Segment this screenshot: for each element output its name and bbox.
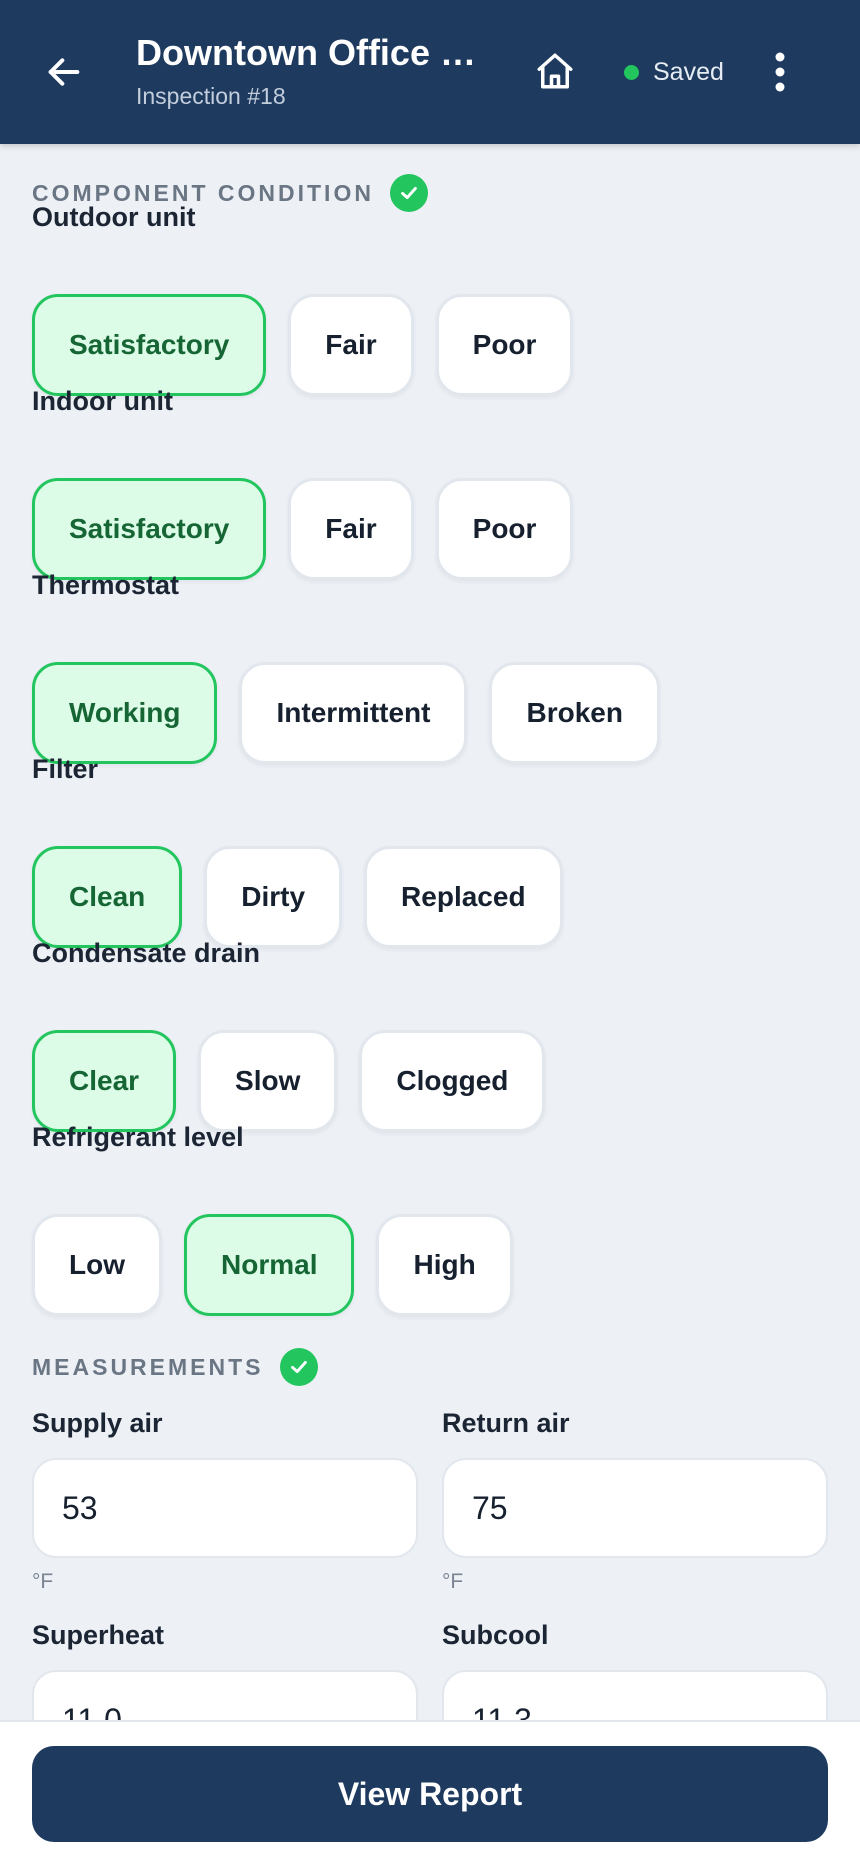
app-header: Downtown Office Building Inspection #18 …: [0, 0, 860, 144]
option-refrigerant-low[interactable]: Low: [32, 1214, 162, 1316]
field-label-subcool: Subcool: [442, 1620, 549, 1650]
option-indoor-fair[interactable]: Fair: [288, 478, 414, 580]
option-outdoor-fair[interactable]: Fair: [288, 294, 414, 396]
more-vertical-icon: [775, 52, 785, 92]
option-group-outdoor-unit: Satisfactory Fair Poor: [32, 294, 595, 396]
option-drain-clogged[interactable]: Clogged: [359, 1030, 546, 1132]
section-header-measurements: MEASUREMENTS: [32, 1348, 318, 1386]
return-air-unit: °F: [442, 1570, 464, 1593]
home-icon: [537, 53, 573, 89]
option-drain-slow[interactable]: Slow: [198, 1030, 338, 1132]
saved-label: Saved: [653, 57, 724, 86]
section-title: MEASUREMENTS: [32, 1353, 264, 1380]
field-label-condensate-drain: Condensate drain: [32, 938, 261, 968]
page-title: Downtown Office Building: [136, 32, 496, 73]
title-block: Downtown Office Building Inspection #18: [136, 30, 496, 110]
superheat-input[interactable]: 11.0: [32, 1670, 418, 1720]
option-indoor-poor[interactable]: Poor: [435, 478, 574, 580]
supply-air-input[interactable]: 53: [32, 1458, 418, 1558]
check-circle-icon: [279, 1348, 318, 1386]
field-label-supply-air: Supply air: [32, 1408, 163, 1438]
option-group-indoor-unit: Satisfactory Fair Poor: [32, 478, 595, 580]
inspection-number: Inspection #18: [136, 83, 286, 109]
option-thermostat-broken[interactable]: Broken: [489, 662, 660, 764]
back-button[interactable]: [36, 44, 92, 100]
option-refrigerant-normal[interactable]: Normal: [184, 1214, 355, 1316]
option-filter-dirty[interactable]: Dirty: [204, 846, 343, 948]
option-filter-replaced[interactable]: Replaced: [364, 846, 563, 948]
bottom-action-bar: View Report: [0, 1720, 860, 1864]
saved-status-dot: [624, 64, 639, 80]
field-label-superheat: Superheat: [32, 1620, 165, 1650]
home-button[interactable]: [530, 46, 580, 96]
supply-air-unit: °F: [32, 1570, 54, 1593]
subcool-input[interactable]: 11.3: [442, 1670, 828, 1720]
option-thermostat-intermittent[interactable]: Intermittent: [239, 662, 468, 764]
option-group-refrigerant-level: Low Normal High: [32, 1214, 535, 1316]
option-drain-clear[interactable]: Clear: [32, 1030, 177, 1132]
field-label-return-air: Return air: [442, 1408, 570, 1438]
option-indoor-satisfactory[interactable]: Satisfactory: [32, 478, 267, 580]
return-air-input[interactable]: 75: [442, 1458, 828, 1558]
option-outdoor-poor[interactable]: Poor: [435, 294, 574, 396]
inspection-form[interactable]: COMPONENT CONDITION Outdoor unit Satisfa…: [0, 144, 860, 1720]
option-outdoor-satisfactory[interactable]: Satisfactory: [32, 294, 267, 396]
view-report-button[interactable]: View Report: [32, 1746, 828, 1842]
option-group-filter: Clean Dirty Replaced: [32, 846, 585, 948]
arrow-left-icon: [48, 58, 80, 86]
field-label-outdoor-unit: Outdoor unit: [32, 202, 196, 232]
field-label-refrigerant-level: Refrigerant level: [32, 1122, 244, 1152]
save-status: Saved: [624, 56, 724, 88]
option-filter-clean[interactable]: Clean: [32, 846, 183, 948]
field-label-filter: Filter: [32, 754, 99, 784]
more-menu-button[interactable]: [760, 46, 800, 98]
field-label-thermostat: Thermostat: [32, 570, 180, 600]
option-group-thermostat: Working Intermittent Broken: [32, 662, 682, 764]
option-thermostat-working[interactable]: Working: [32, 662, 218, 764]
option-refrigerant-high[interactable]: High: [376, 1214, 513, 1316]
option-group-condensate-drain: Clear Slow Clogged: [32, 1030, 567, 1132]
check-circle-icon: [389, 174, 428, 212]
field-label-indoor-unit: Indoor unit: [32, 386, 173, 416]
